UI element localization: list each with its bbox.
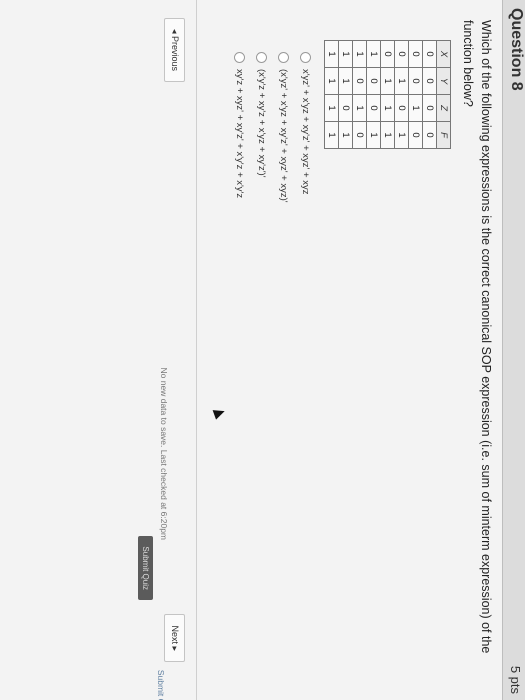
radio-button[interactable] — [278, 52, 290, 63]
cell: 1 — [352, 40, 367, 68]
header-z: Z — [436, 94, 451, 122]
cell: 1 — [324, 67, 339, 95]
divider — [196, 0, 197, 700]
cell: 1 — [324, 40, 339, 68]
cell: 0 — [422, 94, 437, 122]
radio-button[interactable] — [256, 52, 268, 63]
table-row: 1 1 1 1 — [324, 40, 339, 149]
cell: 0 — [408, 40, 423, 68]
save-status: No new data to save. Last checked at 6:2… — [159, 367, 169, 540]
answer-option-label: x'yz' + x'yz + xy'z' + xyz' + xyz — [300, 69, 312, 195]
mouse-cursor-icon — [212, 406, 227, 420]
cell: 0 — [380, 40, 395, 68]
cell: 1 — [324, 94, 339, 122]
cell: 0 — [366, 94, 381, 122]
submit-quiz-button[interactable]: Submit Quiz — [138, 536, 153, 600]
cell: 1 — [338, 67, 353, 95]
answer-options: x'yz' + x'yz + xy'z' + xyz' + xyz (x'yz'… — [229, 52, 317, 203]
table-row: 0 0 0 0 — [422, 40, 437, 149]
cell: 1 — [380, 94, 395, 122]
submit-link[interactable]: Submit Qu — [156, 670, 166, 700]
radio-button[interactable] — [234, 52, 246, 63]
header-f: F — [436, 121, 451, 149]
table-row: 0 1 0 1 — [394, 40, 409, 149]
previous-button[interactable]: ◂ Previous — [164, 18, 185, 83]
answer-option-3[interactable]: (x'y'z + xy'z + x'yz + xy'z')' — [251, 52, 273, 203]
cell: 0 — [352, 67, 367, 95]
cell: 1 — [394, 67, 409, 95]
photo-stage: Question 8 5 pts Which of the following … — [0, 0, 525, 700]
table-row: 0 1 1 1 — [380, 40, 395, 149]
cell: 0 — [422, 67, 437, 95]
cell: 0 — [408, 121, 423, 149]
cell: 1 — [366, 40, 381, 68]
cell: 1 — [352, 94, 367, 122]
question-title: Question 8 — [508, 8, 525, 91]
answer-option-label: xy'z + xyz' + xy'z' + x'y'z + x'y'z — [234, 69, 246, 199]
truth-table: X Y Z F 0 0 0 0 0 0 1 0 0 1 0 1 0 1 1 1 … — [324, 40, 451, 149]
cell: 0 — [338, 94, 353, 122]
question-points: 5 pts — [508, 665, 523, 694]
cell: 1 — [324, 121, 339, 149]
cell: 1 — [338, 40, 353, 68]
cell: 0 — [422, 40, 437, 68]
truth-table-header-row: X Y Z F — [436, 40, 451, 149]
table-row: 0 0 1 0 — [408, 40, 423, 149]
cell: 0 — [352, 121, 367, 149]
cell: 1 — [380, 121, 395, 149]
header-y: Y — [436, 67, 451, 95]
table-row: 1 0 1 0 — [352, 40, 367, 149]
cell: 0 — [394, 94, 409, 122]
radio-button[interactable] — [300, 52, 312, 63]
answer-option-4[interactable]: xy'z + xyz' + xy'z' + x'y'z + x'y'z — [229, 52, 251, 203]
quiz-page: Question 8 5 pts Which of the following … — [0, 0, 525, 700]
table-row: 1 0 0 1 — [366, 40, 381, 149]
answer-option-1[interactable]: x'yz' + x'yz + xy'z' + xyz' + xyz — [295, 52, 317, 203]
answer-option-2[interactable]: (x'yz' + x'yz + xy'z' + xyz' + xyz)' — [273, 52, 295, 203]
cell: 0 — [366, 67, 381, 95]
cell: 1 — [380, 67, 395, 95]
answer-option-label: (x'y'z + xy'z + x'yz + xy'z')' — [256, 69, 268, 178]
question-text: Which of the following expressions is th… — [461, 20, 493, 654]
answer-option-label: (x'yz' + x'yz + xy'z' + xyz' + xyz)' — [278, 69, 290, 203]
cell: 0 — [408, 67, 423, 95]
next-button[interactable]: Next ▸ — [164, 614, 185, 662]
header-x: X — [436, 40, 451, 68]
table-row: 1 1 0 1 — [338, 40, 353, 149]
cell: 0 — [422, 121, 437, 149]
question-header: Question 8 5 pts — [502, 0, 525, 700]
cell: 1 — [366, 121, 381, 149]
cell: 1 — [338, 121, 353, 149]
cell: 1 — [408, 94, 423, 122]
cell: 1 — [394, 121, 409, 149]
cell: 0 — [394, 40, 409, 68]
